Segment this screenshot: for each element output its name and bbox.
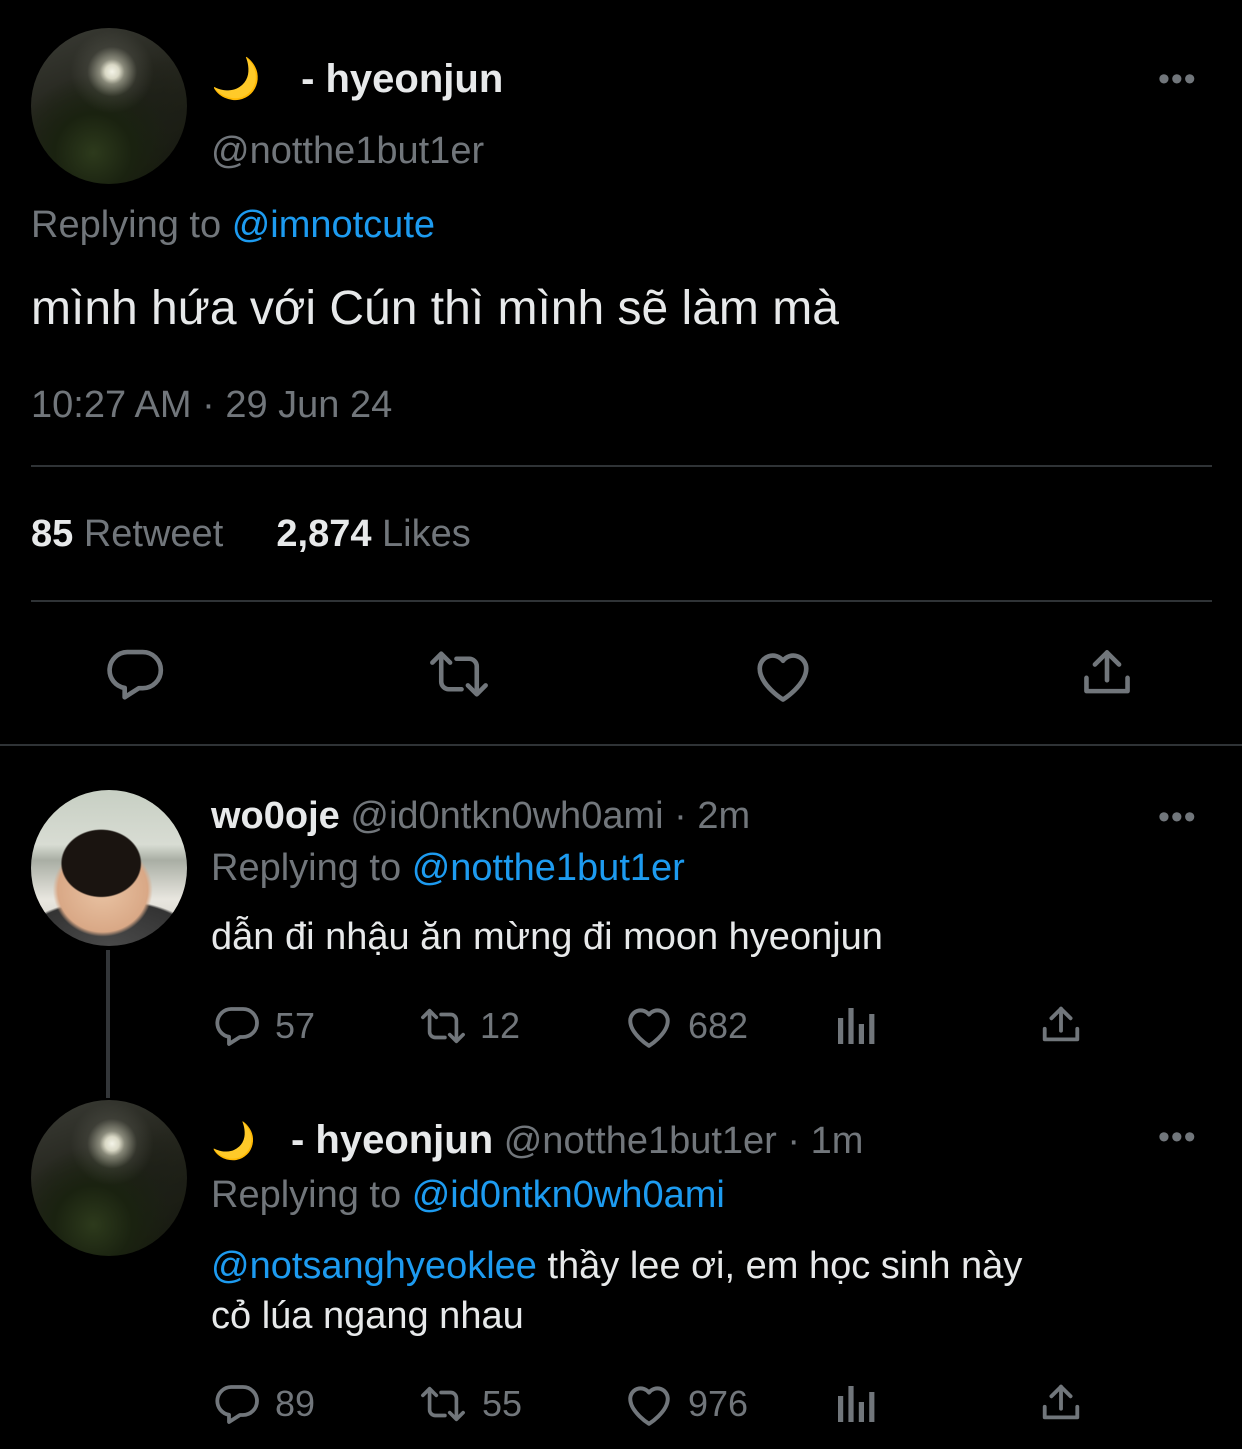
like-icon[interactable] [752, 645, 814, 705]
analytics-icon[interactable] [834, 1384, 878, 1424]
replying-label: Replying to [31, 204, 222, 246]
reply-icon[interactable] [212, 1380, 262, 1428]
replying-to: Replying to @id0ntkn0wh0ami [211, 1173, 725, 1217]
like-count: 2,874 [276, 513, 372, 555]
more-icon[interactable]: ••• [1158, 1120, 1197, 1154]
engagement-stats: 85 Retweet 2,874 Likes [31, 512, 471, 556]
retweet-count: 55 [482, 1383, 523, 1424]
reply-icon[interactable] [212, 1002, 262, 1050]
retweet-stat[interactable]: 85 Retweet [31, 513, 234, 555]
retweet-count: 12 [480, 1005, 521, 1046]
tweet-timestamp[interactable]: 10:27 AM · 29 Jun 24 [31, 383, 392, 427]
avatar[interactable] [31, 1100, 187, 1256]
mention-link[interactable]: @notsanghyeoklee [211, 1245, 537, 1287]
like-count: 682 [688, 1005, 749, 1046]
reply-time[interactable]: · 2m [674, 795, 750, 837]
reply-text-line2: cỏ lúa ngang nhau [211, 1295, 524, 1337]
like-icon[interactable] [624, 1380, 674, 1428]
analytics-icon[interactable] [834, 1006, 878, 1046]
likes-stat[interactable]: 2,874 Likes [276, 513, 470, 555]
like-count: 976 [688, 1383, 749, 1424]
reply-count: 57 [275, 1005, 316, 1046]
like-label: Likes [382, 513, 471, 555]
replying-handle-link[interactable]: @notthe1but1er [412, 847, 685, 889]
tweet-text: mình hứa với Cún thì mình sẽ làm mà [31, 282, 839, 335]
display-name[interactable]: wo0oje [211, 795, 340, 837]
reply-count: 89 [275, 1383, 316, 1424]
divider [31, 600, 1212, 602]
moon-emoji: 🌙 [211, 1120, 256, 1161]
replying-to: Replying to @notthe1but1er [211, 846, 685, 890]
reply-icon[interactable] [104, 643, 166, 705]
retweet-count: 85 [31, 513, 74, 555]
replying-label: Replying to [211, 847, 402, 889]
like-icon[interactable] [624, 1002, 674, 1050]
divider [31, 465, 1212, 467]
replying-handle-link[interactable]: @id0ntkn0wh0ami [412, 1174, 725, 1216]
more-icon[interactable]: ••• [1158, 62, 1197, 96]
avatar[interactable] [31, 790, 187, 946]
replying-handle-link[interactable]: @imnotcute [232, 204, 435, 246]
share-icon[interactable] [1038, 1002, 1084, 1048]
divider [0, 744, 1242, 746]
thread-line [106, 950, 110, 1098]
reply-time[interactable]: · 1m [787, 1120, 863, 1162]
reply-header: wo0oje @id0ntkn0wh0ami · 2m [211, 794, 750, 838]
share-icon[interactable] [1038, 1380, 1084, 1426]
retweet-icon[interactable] [414, 1381, 472, 1427]
replying-to: Replying to @imnotcute [31, 203, 435, 247]
reply-header: 🌙 - hyeonjun @notthe1but1er · 1m [211, 1117, 863, 1164]
author-handle[interactable]: @notthe1but1er [504, 1120, 777, 1162]
reply-text: dẫn đi nhậu ăn mừng đi moon hyeonjun [211, 916, 883, 958]
retweet-icon[interactable] [426, 643, 492, 705]
author-handle[interactable]: @notthe1but1er [211, 129, 484, 173]
retweet-label: Retweet [83, 513, 224, 555]
moon-emoji: 🌙 [211, 57, 261, 101]
avatar[interactable] [31, 28, 187, 184]
retweet-icon[interactable] [414, 1003, 472, 1049]
display-name[interactable]: - hyeonjun [291, 1118, 493, 1162]
reply-text-line1: thầy lee ơi, em học sinh này [547, 1245, 1023, 1287]
share-icon[interactable] [1078, 643, 1136, 703]
reply-text: @notsanghyeoklee thầy lee ơi, em học sin… [211, 1241, 1022, 1341]
replying-label: Replying to [211, 1174, 402, 1216]
author-name[interactable]: 🌙 - hyeonjun [211, 56, 503, 102]
display-name: - hyeonjun [301, 57, 504, 101]
more-icon[interactable]: ••• [1158, 800, 1197, 834]
author-handle[interactable]: @id0ntkn0wh0ami [350, 795, 663, 837]
